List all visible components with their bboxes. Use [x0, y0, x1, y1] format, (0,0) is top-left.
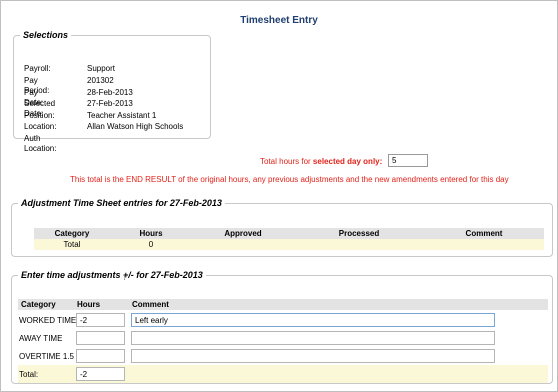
total-row-approved: [192, 239, 294, 250]
entry-legend: Enter time adjustments +/- for 27-Feb-20…: [21, 270, 203, 280]
entry-total-label: Total:: [19, 370, 39, 379]
text-cursor-icon: [124, 276, 125, 280]
worked-time-comment-input[interactable]: Left early: [131, 313, 495, 327]
entry-panel: Enter time adjustments +/- for 27-Feb-20…: [11, 270, 553, 384]
total-row-processed: [294, 239, 424, 250]
overtime-comment-input[interactable]: [131, 349, 495, 363]
total-hours-input[interactable]: 5: [388, 154, 428, 167]
adjustment-header-row: Category Hours Approved Processed Commen…: [34, 228, 544, 239]
total-row-hours: 0: [110, 239, 192, 250]
entry-header-hours: Hours: [77, 300, 101, 309]
adjustment-panel: Adjustment Time Sheet entries for 27-Feb…: [11, 198, 553, 257]
header-processed: Processed: [294, 228, 424, 239]
header-hours: Hours: [110, 228, 192, 239]
entry-total-value: -2: [76, 367, 125, 381]
total-hours-label: Total hours for selected day only:: [260, 157, 382, 166]
page-title: Timesheet Entry: [240, 15, 318, 26]
selections-legend: Selections: [23, 30, 69, 40]
total-hours-note: This total is the END RESULT of the orig…: [70, 175, 509, 184]
location-label: Location:: [24, 122, 57, 131]
selected-date-value: 27-Feb-2013: [87, 99, 133, 108]
selections-panel: Selections Payroll: Support Pay Period: …: [13, 30, 211, 153]
payroll-value: Support: [87, 64, 116, 73]
worked-time-hours-input[interactable]: -2: [76, 313, 125, 327]
entry-header-comment: Comment: [132, 300, 169, 309]
total-hours-bold: selected day only:: [312, 157, 383, 166]
row-overtime-label: OVERTIME 1.5: [19, 352, 74, 361]
total-row-comment: [424, 239, 544, 250]
entry-header-category: Category: [21, 300, 56, 309]
away-time-comment-input[interactable]: [131, 331, 495, 345]
position-value: Teacher Assistant 1: [87, 111, 157, 120]
row-worked-time-label: WORKED TIME: [19, 316, 77, 325]
overtime-hours-input[interactable]: [76, 349, 125, 363]
total-row-label: Total: [34, 239, 110, 250]
payroll-label: Payroll:: [24, 64, 51, 73]
header-category: Category: [34, 228, 110, 239]
pay-date-value: 28-Feb-2013: [87, 88, 133, 97]
row-away-time-label: AWAY TIME: [19, 334, 63, 343]
total-hours-prefix: Total hours for: [260, 157, 313, 166]
header-comment: Comment: [424, 228, 544, 239]
auth-location-label: Auth Location:: [24, 134, 57, 153]
adjustment-table: Category Hours Approved Processed Commen…: [34, 228, 544, 250]
adjustment-legend: Adjustment Time Sheet entries for 27-Feb…: [21, 198, 222, 208]
header-approved: Approved: [192, 228, 294, 239]
away-time-hours-input[interactable]: [76, 331, 125, 345]
adjustment-total-row: Total 0: [34, 239, 544, 250]
position-label: Position:: [24, 111, 55, 120]
pay-period-value: 201302: [87, 76, 114, 85]
location-value: Allan Watson High Schools: [87, 122, 184, 131]
